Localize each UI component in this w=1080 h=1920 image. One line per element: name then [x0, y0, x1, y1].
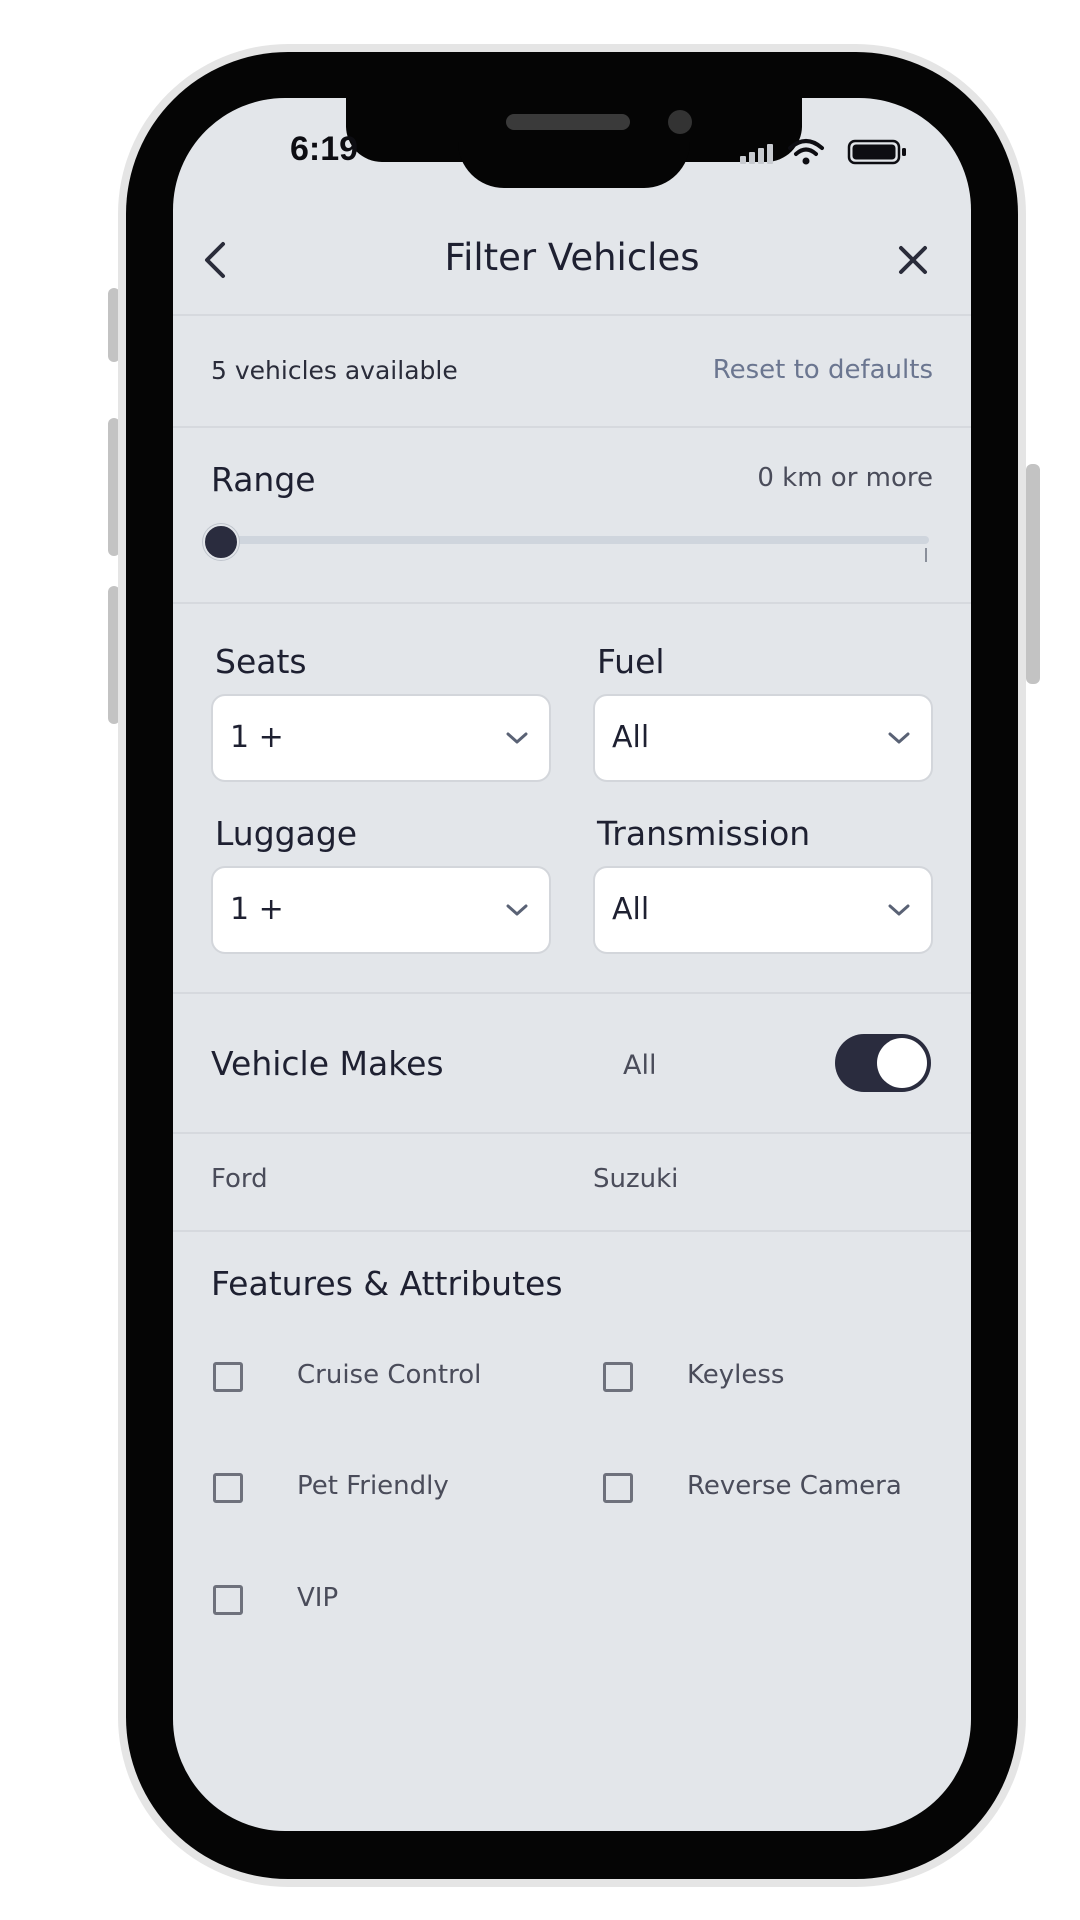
chevron-down-icon [887, 728, 911, 748]
seats-select[interactable]: 1 + [211, 694, 551, 782]
notch-cutout [458, 98, 690, 188]
vehicle-makes-title: Vehicle Makes [211, 1044, 444, 1083]
chevron-down-icon [887, 900, 911, 920]
app-screen: Filter Vehicles 5 vehicles available Res… [173, 98, 971, 1831]
range-title: Range [211, 460, 316, 499]
vip-label: VIP [297, 1583, 339, 1613]
makes-all-label: All [623, 1050, 657, 1081]
battery-icon [847, 139, 906, 165]
vehicle-count: 5 vehicles available [211, 356, 458, 385]
reset-defaults-link[interactable]: Reset to defaults [713, 355, 933, 385]
luggage-value: 1 + [230, 892, 284, 927]
close-icon[interactable] [891, 238, 935, 282]
make-item-ford[interactable]: Ford [211, 1164, 268, 1194]
range-slider-track[interactable] [211, 536, 929, 544]
make-item-suzuki[interactable]: Suzuki [593, 1164, 678, 1194]
chevron-down-icon [505, 900, 529, 920]
chevron-down-icon [505, 728, 529, 748]
pet-friendly-label: Pet Friendly [297, 1471, 449, 1501]
divider [173, 426, 971, 428]
transmission-select[interactable]: All [593, 866, 933, 954]
speaker-grille [506, 114, 630, 130]
reverse-camera-checkbox[interactable] [603, 1473, 633, 1503]
luggage-label: Luggage [215, 814, 358, 853]
seats-value: 1 + [230, 720, 284, 755]
divider [173, 314, 971, 316]
keyless-checkbox[interactable] [603, 1362, 633, 1392]
front-camera [668, 110, 692, 134]
divider [173, 992, 971, 994]
cruise-control-checkbox[interactable] [213, 1362, 243, 1392]
page-title: Filter Vehicles [444, 236, 700, 279]
fuel-label: Fuel [597, 642, 665, 681]
signal-icon [740, 144, 773, 164]
pet-friendly-checkbox[interactable] [213, 1473, 243, 1503]
transmission-label: Transmission [597, 814, 811, 853]
keyless-label: Keyless [687, 1360, 785, 1390]
divider [173, 1230, 971, 1232]
wifi-icon [788, 139, 824, 165]
seats-label: Seats [215, 642, 307, 681]
status-icons [740, 134, 908, 168]
status-time: 6:19 [290, 130, 359, 168]
range-slider-thumb[interactable] [203, 524, 239, 560]
luggage-select[interactable]: 1 + [211, 866, 551, 954]
vip-checkbox[interactable] [213, 1585, 243, 1615]
power-button [1026, 464, 1040, 684]
features-title: Features & Attributes [211, 1264, 563, 1303]
makes-all-toggle[interactable] [835, 1034, 931, 1092]
reverse-camera-label: Reverse Camera [687, 1471, 902, 1501]
divider [173, 602, 971, 604]
divider [173, 1132, 971, 1134]
range-slider-end-tick [925, 548, 927, 562]
fuel-select[interactable]: All [593, 694, 933, 782]
range-value: 0 km or more [757, 463, 933, 493]
toggle-knob [877, 1038, 927, 1088]
fuel-value: All [612, 720, 650, 755]
cruise-control-label: Cruise Control [297, 1360, 482, 1390]
transmission-value: All [612, 892, 650, 927]
